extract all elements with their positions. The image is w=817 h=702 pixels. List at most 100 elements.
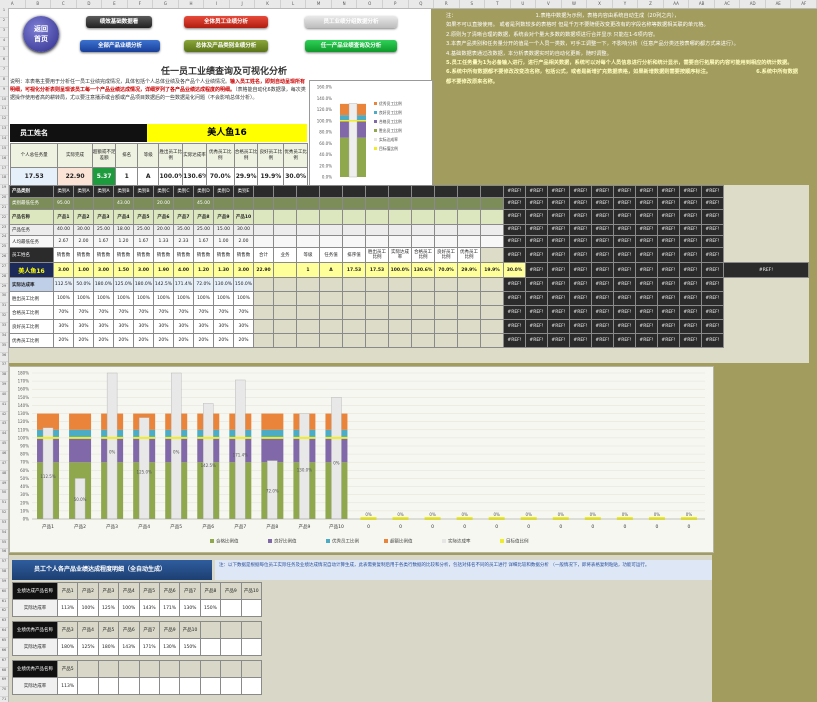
row-number[interactable]: 58: [0, 569, 8, 579]
row-number[interactable]: 42: [0, 412, 8, 422]
row-number[interactable]: 54: [0, 530, 8, 540]
row-number[interactable]: 6: [0, 57, 8, 68]
row-number[interactable]: 50: [0, 490, 8, 501]
column-letter[interactable]: C: [51, 0, 77, 8]
column-letter[interactable]: AD: [740, 0, 766, 8]
row-number[interactable]: 26: [0, 254, 8, 264]
row-number[interactable]: 57: [0, 559, 8, 570]
row-number[interactable]: 44: [0, 431, 8, 442]
row-number[interactable]: 34: [0, 333, 8, 343]
row-number[interactable]: 68: [0, 668, 8, 678]
column-letter[interactable]: AB: [689, 0, 715, 8]
row-number[interactable]: 24: [0, 234, 8, 245]
row-number[interactable]: 38: [0, 372, 8, 383]
home-button[interactable]: 返回 首页: [23, 16, 59, 52]
row-number[interactable]: 52: [0, 510, 8, 520]
row-number[interactable]: 40: [0, 392, 8, 402]
row-number[interactable]: 53: [0, 520, 8, 530]
row-number[interactable]: 8: [0, 77, 8, 87]
row-number[interactable]: 7: [0, 67, 8, 77]
column-letter[interactable]: N: [332, 0, 358, 8]
row-number[interactable]: 17: [0, 166, 8, 176]
column-letter[interactable]: B: [26, 0, 52, 8]
row-number[interactable]: 59: [0, 579, 8, 589]
row-number[interactable]: 46: [0, 451, 8, 461]
column-letter[interactable]: M: [306, 0, 332, 8]
column-letter[interactable]: E: [102, 0, 128, 8]
column-letter[interactable]: D: [77, 0, 103, 8]
column-letter[interactable]: F: [128, 0, 154, 8]
row-number[interactable]: 14: [0, 136, 8, 146]
row-number[interactable]: 56: [0, 549, 8, 560]
row-number[interactable]: 22: [0, 215, 8, 225]
column-letter[interactable]: X: [587, 0, 613, 8]
column-letter[interactable]: AF: [791, 0, 817, 8]
column-letter[interactable]: AE: [766, 0, 792, 8]
row-number[interactable]: 2: [0, 18, 8, 28]
row-number[interactable]: 71: [0, 697, 8, 702]
row-number[interactable]: 27: [0, 264, 8, 274]
column-letter[interactable]: AA: [664, 0, 690, 8]
row-number[interactable]: 20: [0, 195, 8, 205]
row-number[interactable]: 12: [0, 116, 8, 127]
row-number[interactable]: 69: [0, 677, 8, 688]
column-letter[interactable]: T: [485, 0, 511, 8]
row-number[interactable]: 43: [0, 421, 8, 432]
column-letter[interactable]: H: [179, 0, 205, 8]
row-number[interactable]: 32: [0, 313, 8, 323]
column-letter[interactable]: V: [536, 0, 562, 8]
column-letter[interactable]: R: [434, 0, 460, 8]
row-number[interactable]: 13: [0, 126, 8, 136]
row-number[interactable]: 39: [0, 382, 8, 392]
row-number[interactable]: 29: [0, 284, 8, 294]
row-number[interactable]: 49: [0, 481, 8, 491]
all-employee-perf-button[interactable]: 全体员工业绩分析: [184, 16, 268, 28]
row-number[interactable]: 62: [0, 608, 8, 619]
column-letter[interactable]: Z: [638, 0, 664, 8]
row-number[interactable]: 60: [0, 589, 8, 599]
row-number[interactable]: 67: [0, 658, 8, 668]
row-number[interactable]: 25: [0, 244, 8, 255]
column-letter[interactable]: I: [204, 0, 230, 8]
row-number[interactable]: 16: [0, 156, 8, 166]
row-number[interactable]: 64: [0, 628, 8, 638]
group-perf-button[interactable]: 员工业绩分组数据分析: [305, 16, 397, 28]
row-number[interactable]: 30: [0, 293, 8, 304]
row-number[interactable]: 61: [0, 599, 8, 609]
row-number[interactable]: 15: [0, 146, 8, 156]
category-perf-button[interactable]: 总体及产品类别业绩分析: [184, 40, 268, 52]
row-number[interactable]: 28: [0, 274, 8, 284]
row-number[interactable]: 51: [0, 500, 8, 511]
row-number[interactable]: 18: [0, 175, 8, 186]
column-letter[interactable]: L: [281, 0, 307, 8]
row-number[interactable]: 1: [0, 8, 8, 18]
column-letter[interactable]: P: [383, 0, 409, 8]
row-number[interactable]: 45: [0, 441, 8, 451]
column-letter[interactable]: G: [153, 0, 179, 8]
all-product-perf-button[interactable]: 全部产品业绩分析: [80, 40, 160, 52]
row-number[interactable]: 37: [0, 362, 8, 373]
column-letter[interactable]: J: [230, 0, 256, 8]
column-letter[interactable]: W: [562, 0, 588, 8]
column-letter[interactable]: S: [460, 0, 486, 8]
row-number[interactable]: 33: [0, 323, 8, 333]
row-number[interactable]: 19: [0, 185, 8, 196]
row-number[interactable]: 21: [0, 205, 8, 215]
row-number[interactable]: 23: [0, 225, 8, 235]
row-number[interactable]: 31: [0, 303, 8, 314]
row-number[interactable]: 4: [0, 38, 8, 48]
row-number[interactable]: 3: [0, 28, 8, 38]
row-number[interactable]: 9: [0, 87, 8, 97]
row-number[interactable]: 63: [0, 618, 8, 629]
row-number[interactable]: 36: [0, 353, 8, 363]
row-number[interactable]: 47: [0, 461, 8, 471]
row-number[interactable]: 66: [0, 648, 8, 658]
column-letter[interactable]: K: [255, 0, 281, 8]
employee-name-input[interactable]: 美人鱼16: [147, 124, 307, 142]
basic-data-button[interactable]: 绩效基础数据看: [86, 16, 152, 28]
row-number[interactable]: 41: [0, 402, 8, 412]
column-letter[interactable]: Y: [613, 0, 639, 8]
column-letter[interactable]: O: [357, 0, 383, 8]
column-letter[interactable]: Q: [409, 0, 435, 8]
row-number[interactable]: 11: [0, 106, 8, 117]
